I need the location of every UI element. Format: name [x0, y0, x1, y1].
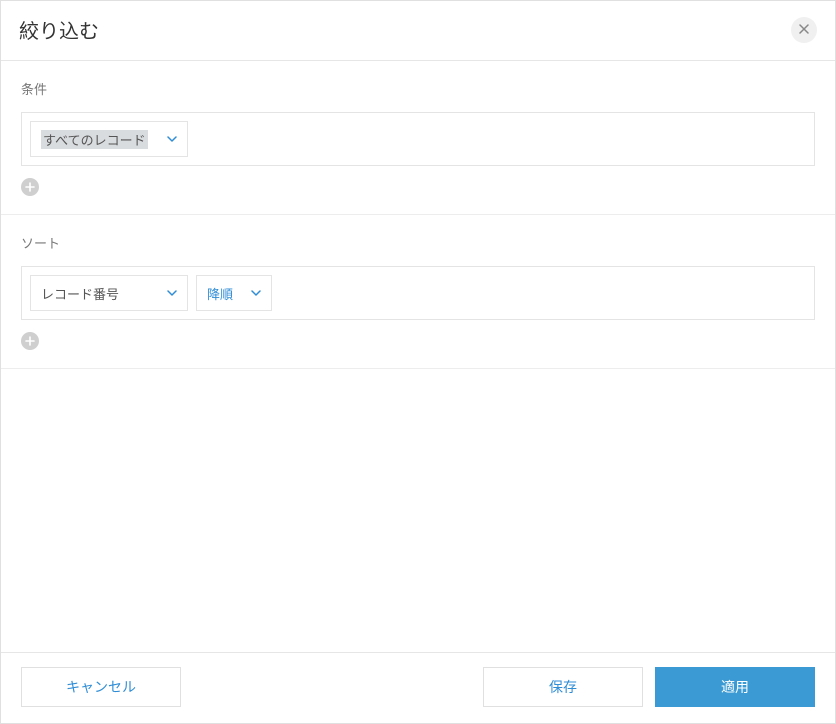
sort-order-select[interactable]: 降順	[196, 275, 272, 311]
condition-row: すべてのレコード	[21, 112, 815, 166]
add-sort-button[interactable]	[21, 332, 39, 350]
conditions-section: 条件 すべてのレコード	[1, 61, 835, 215]
condition-field-value: すべてのレコード	[41, 130, 148, 149]
add-sort-row	[21, 332, 815, 350]
dialog-header: 絞り込む	[1, 1, 835, 61]
sort-row: レコード番号 降順	[21, 266, 815, 320]
save-button[interactable]: 保存	[483, 667, 643, 707]
close-icon	[799, 22, 809, 37]
cancel-button[interactable]: キャンセル	[21, 667, 181, 707]
filter-dialog: 絞り込む 条件 すべてのレコード	[0, 0, 836, 724]
chevron-down-icon	[167, 288, 177, 298]
close-button[interactable]	[791, 17, 817, 43]
dialog-footer: キャンセル 保存 適用	[1, 652, 835, 723]
save-button-label: 保存	[549, 677, 577, 697]
sort-section: ソート レコード番号 降順	[1, 215, 835, 369]
footer-right-group: 保存 適用	[483, 667, 815, 707]
dialog-content: 条件 すべてのレコード ソート	[1, 61, 835, 652]
apply-button[interactable]: 適用	[655, 667, 815, 707]
sort-field-value: レコード番号	[41, 284, 119, 303]
plus-icon	[25, 180, 35, 195]
condition-field-select[interactable]: すべてのレコード	[30, 121, 188, 157]
chevron-down-icon	[167, 134, 177, 144]
cancel-button-label: キャンセル	[66, 677, 136, 697]
chevron-down-icon	[251, 288, 261, 298]
sort-field-select[interactable]: レコード番号	[30, 275, 188, 311]
add-condition-row	[21, 178, 815, 196]
conditions-label: 条件	[21, 79, 815, 98]
sort-order-value: 降順	[207, 284, 233, 303]
sort-label: ソート	[21, 233, 815, 252]
apply-button-label: 適用	[721, 677, 749, 697]
plus-icon	[25, 334, 35, 349]
add-condition-button[interactable]	[21, 178, 39, 196]
dialog-title: 絞り込む	[19, 15, 99, 44]
